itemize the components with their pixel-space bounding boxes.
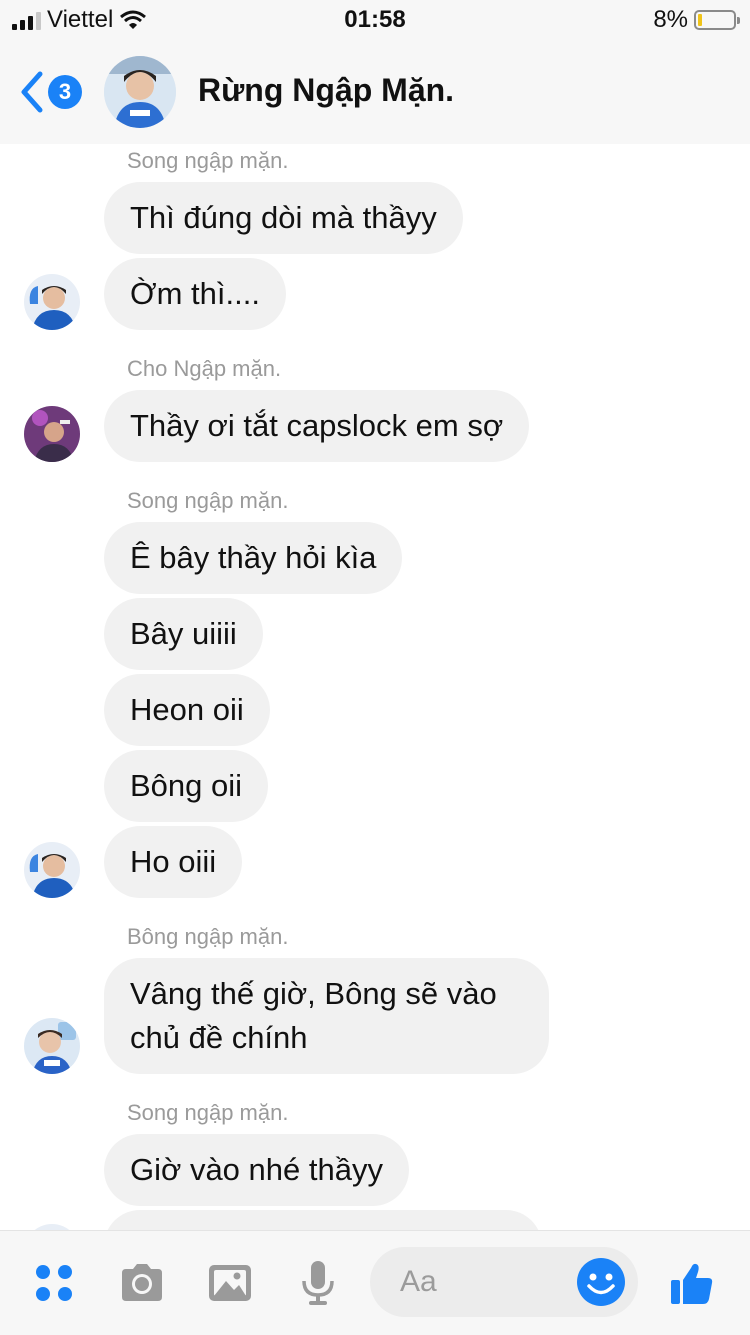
message-bubble[interactable]: Heon oii xyxy=(104,674,270,746)
message-bubble[interactable]: Thầy ơi tắt capslock em sợ xyxy=(104,390,530,462)
battery-icon xyxy=(694,10,740,30)
thumbs-up-icon xyxy=(671,1263,713,1304)
message-bubble[interactable]: Vâng thế giờ, Bông sẽ vào chủ đề chính xyxy=(104,958,549,1074)
conversation-title: Rừng Ngập Mặn. xyxy=(198,72,455,108)
message-bubble-partial[interactable] xyxy=(104,1210,542,1230)
apps-button[interactable] xyxy=(28,1257,80,1309)
image-icon xyxy=(209,1265,251,1301)
sender-name: Song ngập mặn. xyxy=(127,148,289,173)
message-composer: Aa xyxy=(0,1230,750,1335)
gallery-button[interactable] xyxy=(204,1257,256,1309)
avatar[interactable] xyxy=(24,274,80,330)
voice-button[interactable] xyxy=(292,1257,344,1309)
message-bubble[interactable]: Ờm thì.... xyxy=(104,258,286,330)
microphone-icon xyxy=(302,1261,334,1305)
group-avatar[interactable] xyxy=(104,56,176,128)
message-input[interactable]: Aa xyxy=(370,1247,638,1317)
avatar[interactable] xyxy=(24,406,80,462)
unread-badge: 3 xyxy=(48,75,82,109)
sender-name: Song ngập mặn. xyxy=(127,488,289,513)
apps-icon xyxy=(36,1265,72,1301)
message-bubble[interactable]: Thì đúng dòi mà thầyy xyxy=(104,182,463,254)
sender-name: Cho Ngập mặn. xyxy=(127,356,282,381)
message-bubble[interactable]: Ho oiii xyxy=(104,826,243,898)
sender-name: Bông ngập mặn. xyxy=(127,924,289,949)
clock: 01:58 xyxy=(344,6,406,33)
status-bar: Viettel 01:58 8% xyxy=(0,0,750,40)
camera-button[interactable] xyxy=(116,1257,168,1309)
message-bubble[interactable]: Bông oii xyxy=(104,750,269,822)
battery-percent: 8% xyxy=(653,6,688,33)
back-button[interactable]: 3 xyxy=(18,70,88,114)
message-input-placeholder: Aa xyxy=(400,1265,437,1298)
emoji-icon[interactable] xyxy=(576,1257,626,1307)
sender-name: Song ngập mặn. xyxy=(127,1100,289,1125)
message-bubble[interactable]: Ê bây thầy hỏi kìa xyxy=(104,522,403,594)
message-bubble[interactable]: Giờ vào nhé thầyy xyxy=(104,1134,409,1206)
avatar[interactable] xyxy=(24,842,80,898)
camera-icon xyxy=(122,1264,162,1301)
avatar[interactable] xyxy=(24,1018,80,1074)
conversation-header: 3 Rừng Ngập Mặn. xyxy=(0,40,750,145)
message-list[interactable]: Song ngập mặn. Thì đúng dòi mà thầyy Ờm … xyxy=(0,144,750,1230)
message-bubble[interactable]: Bây uiiii xyxy=(104,598,263,670)
chevron-left-icon xyxy=(21,71,43,113)
like-button[interactable] xyxy=(666,1257,718,1309)
